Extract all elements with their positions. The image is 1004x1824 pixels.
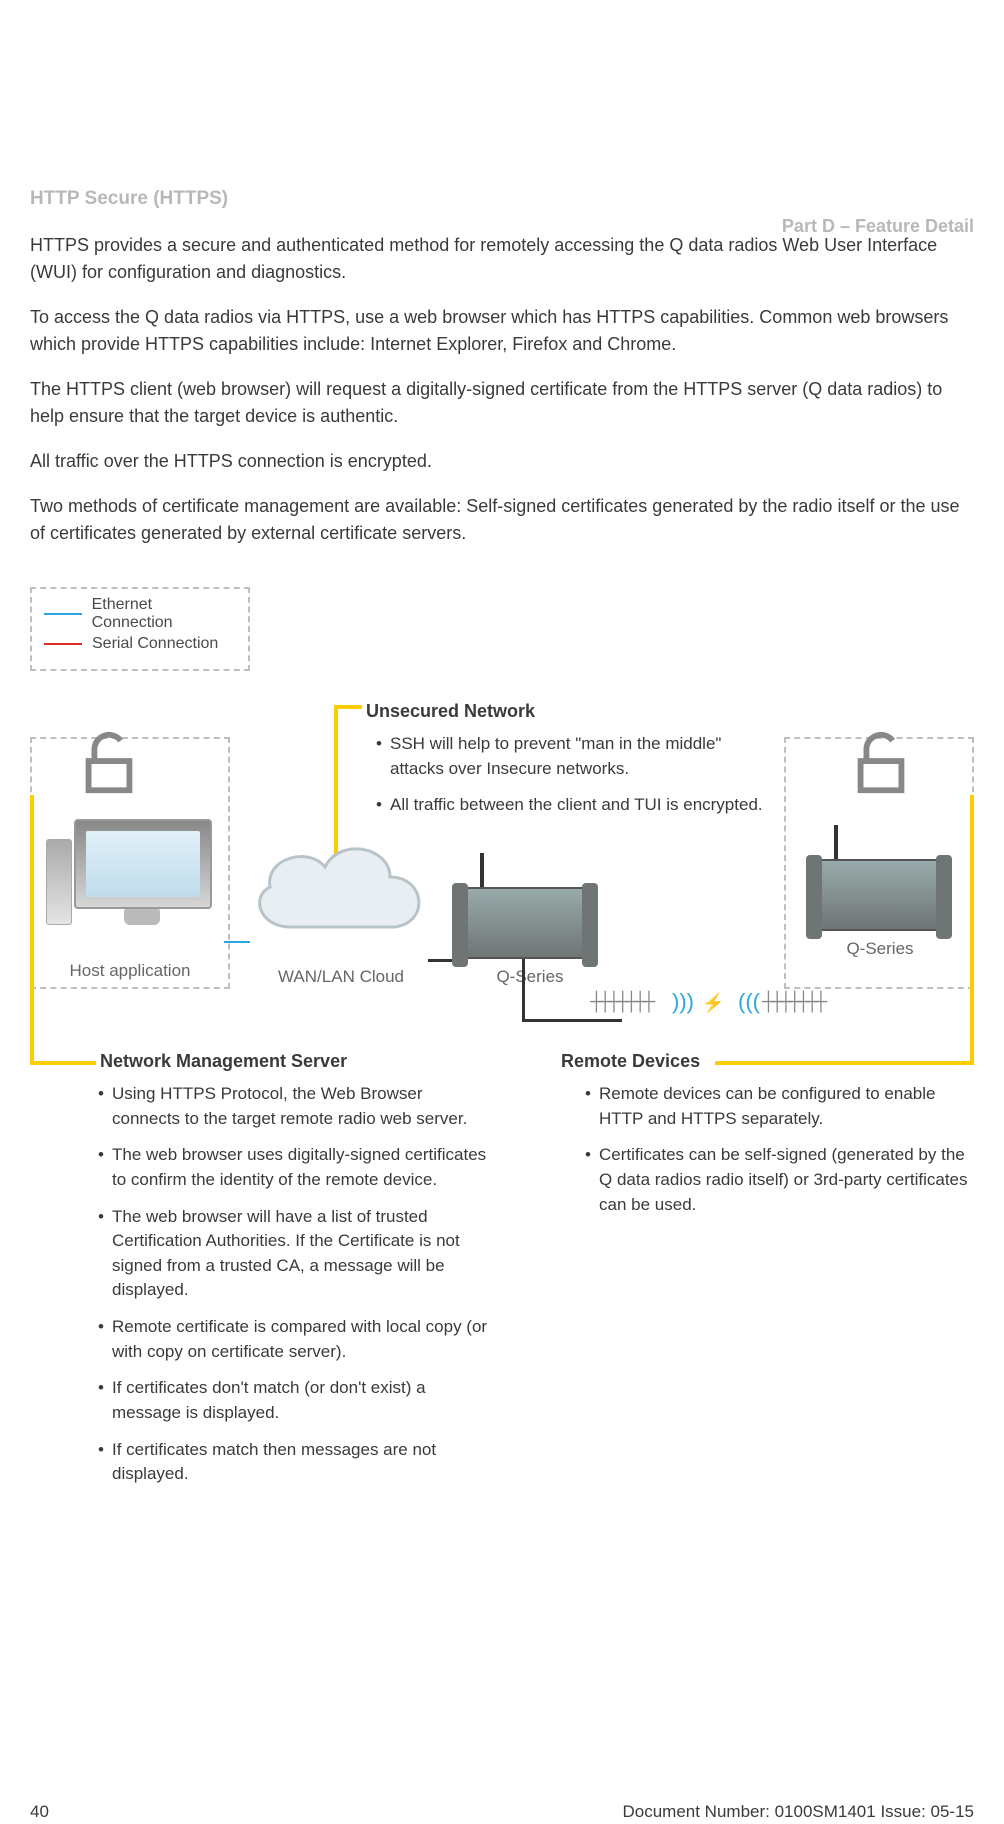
callout-item: The web browser uses digitally-signed ce…	[102, 1143, 491, 1192]
legend-box: Ethernet Connection Serial Connection	[30, 587, 250, 671]
callout-title: Unsecured Network	[366, 701, 766, 722]
callout-title: Network Management Server	[100, 1051, 347, 1072]
radio-wave-icon: (((	[738, 989, 760, 1015]
footer: 40 Document Number: 0100SM1401 Issue: 05…	[30, 1788, 974, 1824]
callout-connector	[30, 795, 34, 1065]
paragraph: Two methods of certificate management ar…	[30, 493, 974, 547]
node-label-host: Host application	[32, 961, 228, 981]
q-series-device-icon	[814, 859, 944, 931]
pc-icon	[40, 819, 220, 929]
header-part: Part D – Feature Detail	[782, 216, 974, 237]
link	[522, 959, 525, 1019]
paragraph: The HTTPS client (web browser) will requ…	[30, 376, 974, 430]
diagram-nodes: Host application WAN/LAN Cloud Q-Series …	[30, 767, 974, 1017]
callout-item: Using HTTPS Protocol, the Web Browser co…	[102, 1082, 491, 1131]
callout-item: Remote devices can be configured to enab…	[589, 1082, 974, 1131]
paragraph: HTTPS provides a secure and authenticate…	[30, 232, 974, 286]
ethernet-line-icon	[44, 613, 82, 615]
antenna-icon	[590, 989, 670, 1019]
page-number: 40	[30, 1802, 49, 1822]
bolt-icon: ⚡	[702, 993, 724, 1014]
diagram: Ethernet Connection Serial Connection Un…	[30, 587, 974, 1447]
legend-row-serial: Serial Connection	[44, 629, 236, 659]
serial-line-icon	[44, 643, 82, 645]
paragraph: All traffic over the HTTPS connection is…	[30, 448, 974, 475]
callout-item: If certificates match then messages are …	[102, 1438, 491, 1487]
host-box: Host application	[30, 737, 230, 989]
legend-row-ethernet: Ethernet Connection	[44, 599, 236, 629]
ethernet-link	[224, 941, 250, 943]
callout-item: If certificates don't match (or don't ex…	[102, 1376, 491, 1425]
callout-nms: Network Management Server Using HTTPS Pr…	[30, 1051, 491, 1499]
node-label-qseries: Q-Series	[820, 939, 940, 959]
callout-connector	[970, 795, 974, 1065]
link	[522, 1019, 622, 1022]
cloud-icon	[240, 827, 440, 957]
section-title: HTTP Secure (HTTPS)	[30, 188, 974, 210]
legend-label: Ethernet Connection	[92, 596, 236, 632]
radio-wave-icon: )))	[672, 989, 694, 1015]
legend-label: Serial Connection	[92, 635, 218, 653]
callout-connector	[334, 705, 362, 721]
callout-item: Remote certificate is compared with loca…	[102, 1315, 491, 1364]
callout-remote: Remote Devices Remote devices can be con…	[561, 1051, 974, 1499]
lock-open-icon	[846, 729, 916, 799]
doc-number: Document Number: 0100SM1401 Issue: 05-15	[622, 1802, 974, 1822]
paragraph: To access the Q data radios via HTTPS, u…	[30, 304, 974, 358]
callout-item: The web browser will have a list of trus…	[102, 1205, 491, 1304]
callout-item: Certificates can be self-signed (generat…	[589, 1143, 974, 1217]
node-label-wan: WAN/LAN Cloud	[256, 967, 426, 987]
lock-open-icon	[74, 729, 144, 799]
q-series-device-icon	[460, 887, 590, 959]
node-label-qseries: Q-Series	[470, 967, 590, 987]
remote-box: Q-Series	[784, 737, 974, 989]
antenna-icon	[762, 989, 842, 1019]
callout-title: Remote Devices	[561, 1051, 700, 1072]
